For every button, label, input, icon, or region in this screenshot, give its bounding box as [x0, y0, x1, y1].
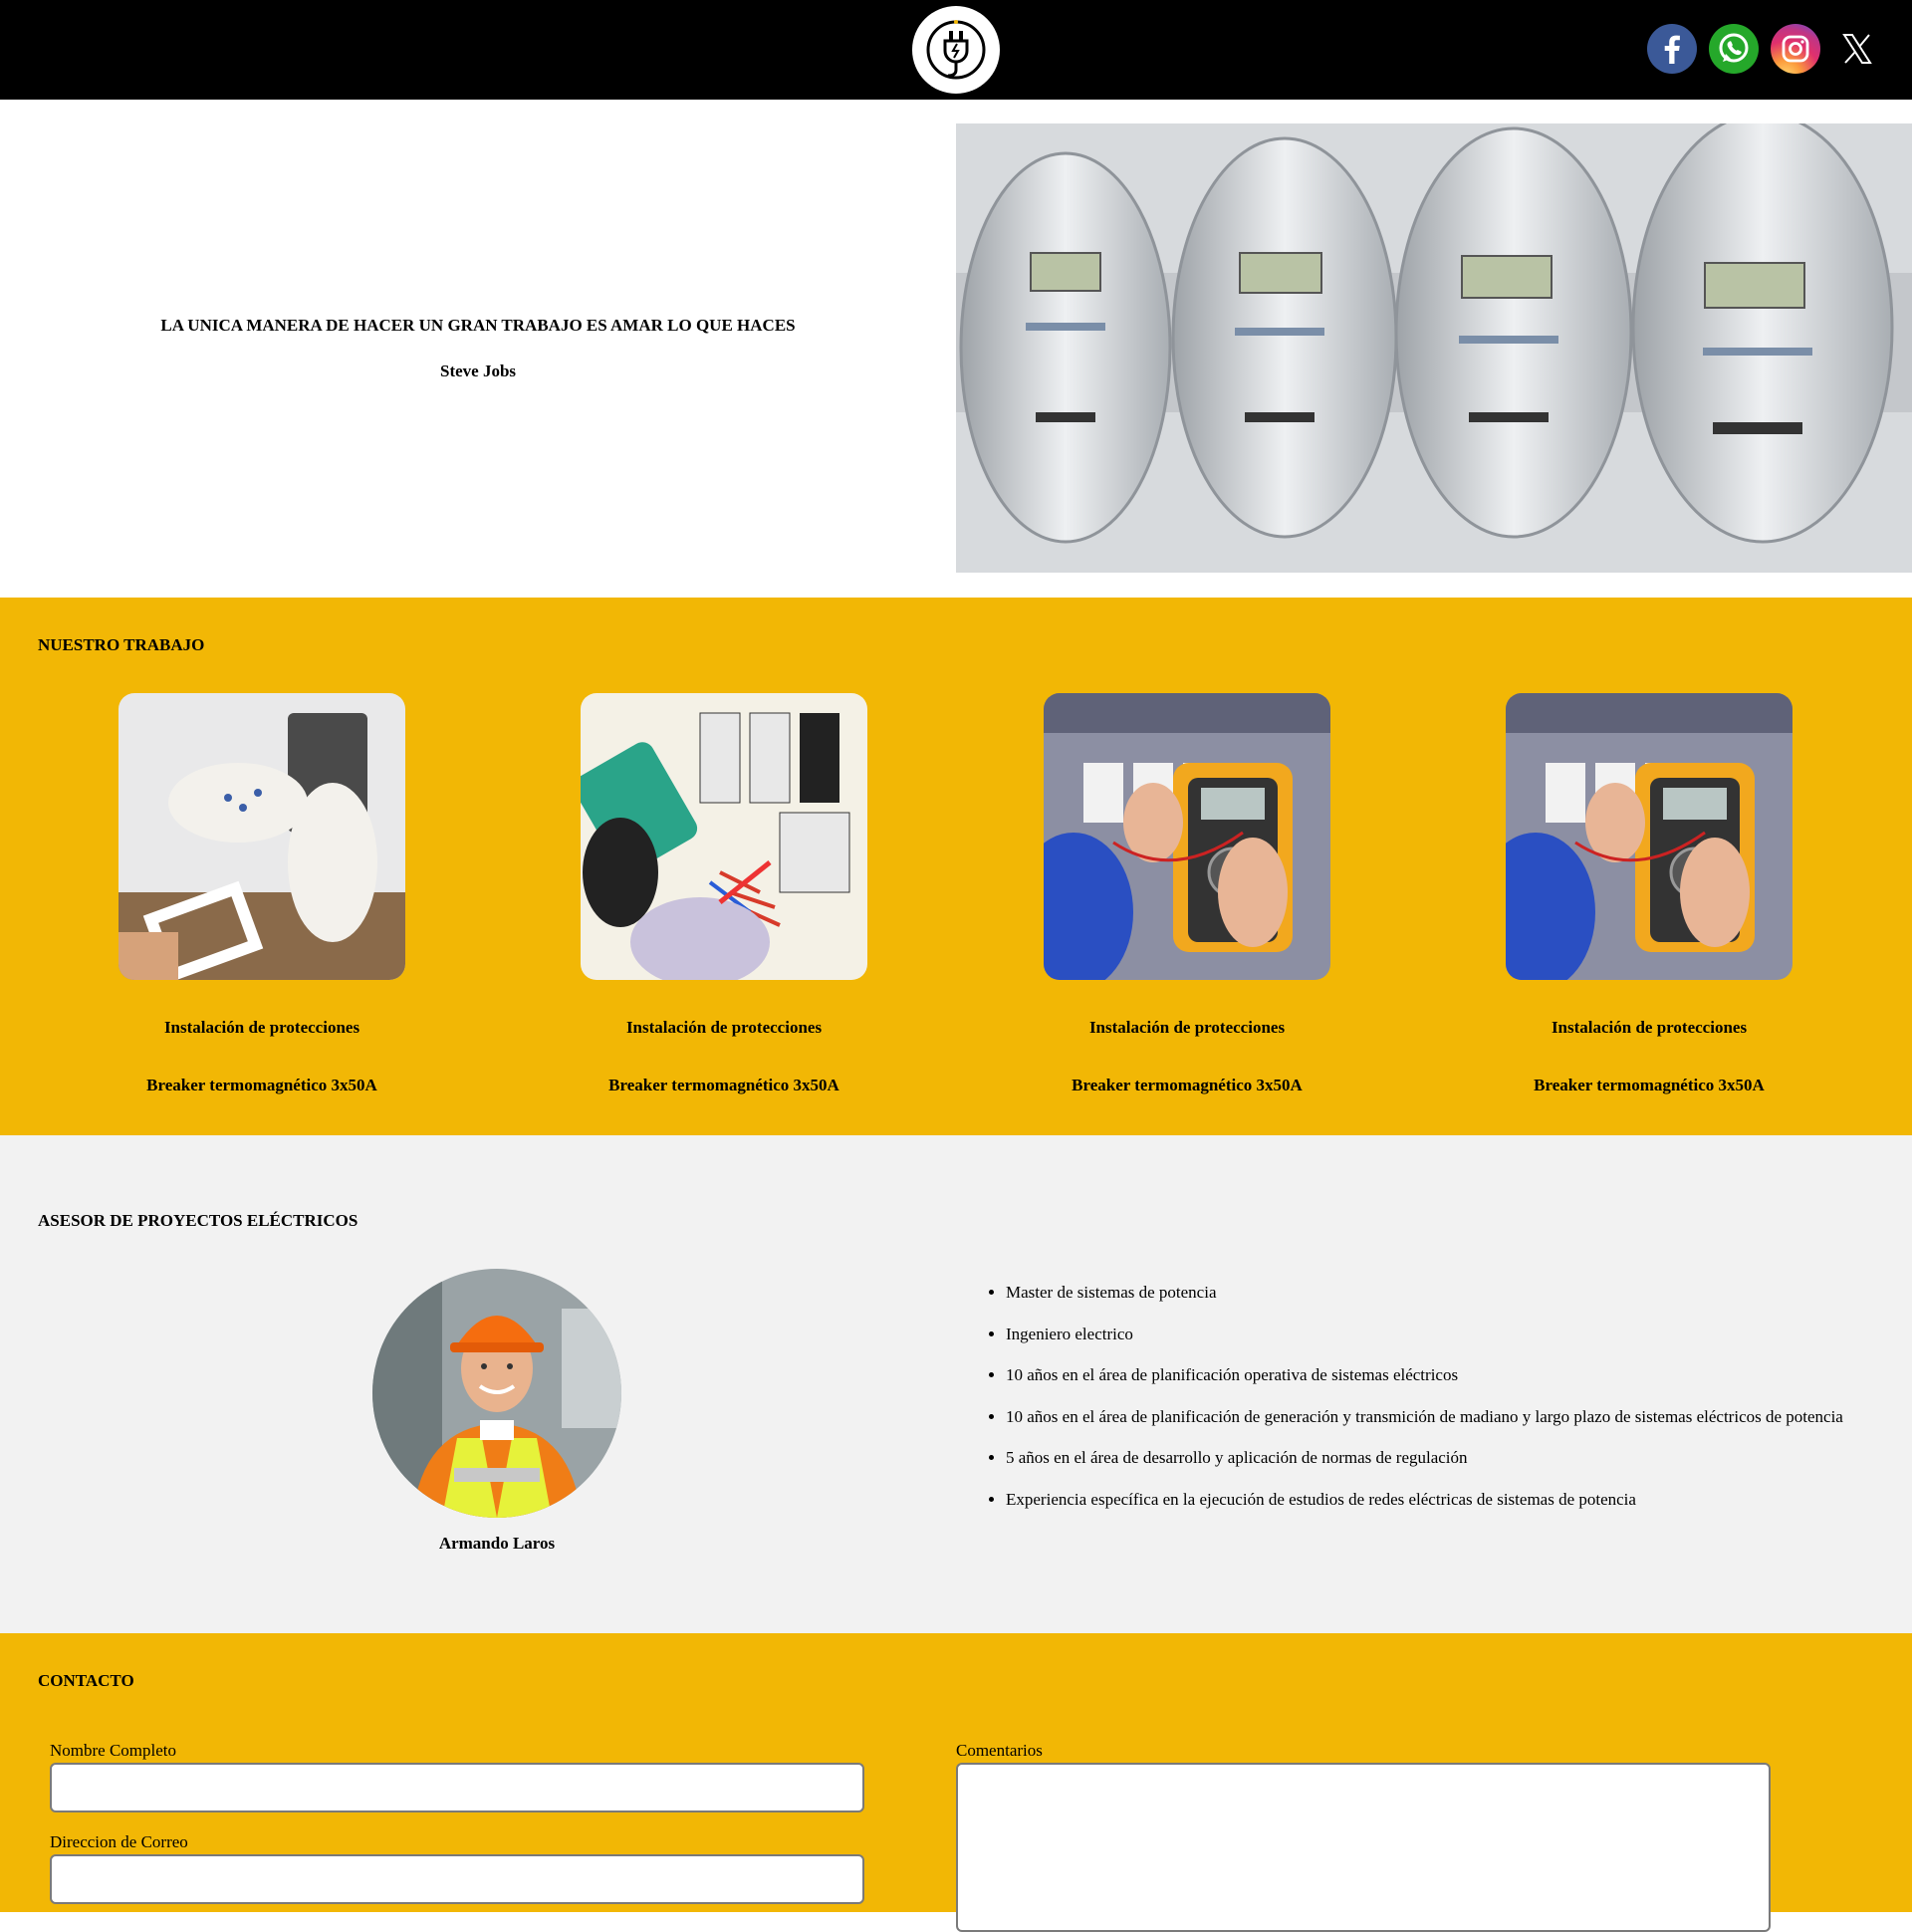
work-card: Instalación de protecciones Breaker term… [63, 693, 461, 1095]
card-title: Instalación de protecciones [1088, 1018, 1286, 1037]
list-item: 10 años en el área de planificación de g… [1006, 1407, 1843, 1427]
list-item: 10 años en el área de planificación oper… [1006, 1365, 1843, 1385]
contact-title: CONTACTO [38, 1671, 134, 1690]
card-title: Instalación de protecciones [625, 1018, 823, 1037]
comments-label: Comentarios [956, 1741, 1043, 1760]
advisor-title: ASESOR DE PROYECTOS ELÉCTRICOS [38, 1211, 358, 1230]
panel-testing-image [581, 693, 867, 980]
work-card: Instalación de protecciones Breaker term… [525, 693, 923, 1095]
x-icon[interactable] [1832, 24, 1882, 74]
qualifications-list: Master de sistemas de potencia Ingeniero… [986, 1283, 1843, 1531]
multimeter-panel-image [1506, 693, 1792, 980]
quote-block: LA UNICA MANERA DE HACER UN GRAN TRABAJO… [0, 100, 956, 598]
instagram-icon[interactable] [1771, 24, 1820, 74]
advisor-section: ASESOR DE PROYECTOS ELÉCTRICOS Armando L… [0, 1135, 1912, 1633]
electric-meters-image [956, 123, 1912, 573]
advisor-avatar [372, 1269, 621, 1518]
plug-logo-icon[interactable] [912, 6, 1000, 94]
card-subtitle: Breaker termomagnético 3x50A [1072, 1076, 1303, 1094]
quote-author: Steve Jobs [439, 362, 517, 380]
work-card: Instalación de protecciones Breaker term… [988, 693, 1386, 1095]
card-subtitle: Breaker termomagnético 3x50A [1534, 1076, 1765, 1094]
work-card: Instalación de protecciones Breaker term… [1450, 693, 1848, 1095]
hero-quote: LA UNICA MANERA DE HACER UN GRAN TRABAJO… [160, 316, 796, 335]
name-label: Nombre Completo [50, 1741, 177, 1760]
list-item: Ingeniero electrico [1006, 1325, 1843, 1344]
hero-section: LA UNICA MANERA DE HACER UN GRAN TRABAJO… [0, 100, 1912, 598]
site-header [0, 0, 1912, 100]
list-item: Master de sistemas de potencia [1006, 1283, 1843, 1303]
full-name-input[interactable] [50, 1763, 864, 1812]
work-section: NUESTRO TRABAJO Instalación de proteccio… [0, 598, 1912, 1135]
list-item: Experiencia específica en la ejecución d… [1006, 1490, 1843, 1510]
social-links [1647, 24, 1882, 74]
comments-textarea[interactable] [956, 1763, 1771, 1932]
card-title: Instalación de protecciones [163, 1018, 360, 1037]
card-subtitle: Breaker termomagnético 3x50A [146, 1076, 377, 1094]
advisor-name: Armando Laros [438, 1534, 556, 1553]
contact-section: CONTACTO Nombre Completo Direccion de Co… [0, 1633, 1912, 1932]
whatsapp-icon[interactable] [1709, 24, 1759, 74]
email-label: Direccion de Correo [50, 1832, 188, 1851]
multimeter-panel-image [1044, 693, 1330, 980]
list-item: 5 años en el área de desarrollo y aplica… [1006, 1448, 1843, 1468]
card-title: Instalación de protecciones [1551, 1018, 1748, 1037]
facebook-icon[interactable] [1647, 24, 1697, 74]
wall-socket-installation-image [119, 693, 405, 980]
work-title: NUESTRO TRABAJO [38, 635, 205, 654]
card-subtitle: Breaker termomagnético 3x50A [608, 1076, 839, 1094]
email-input[interactable] [50, 1854, 864, 1904]
